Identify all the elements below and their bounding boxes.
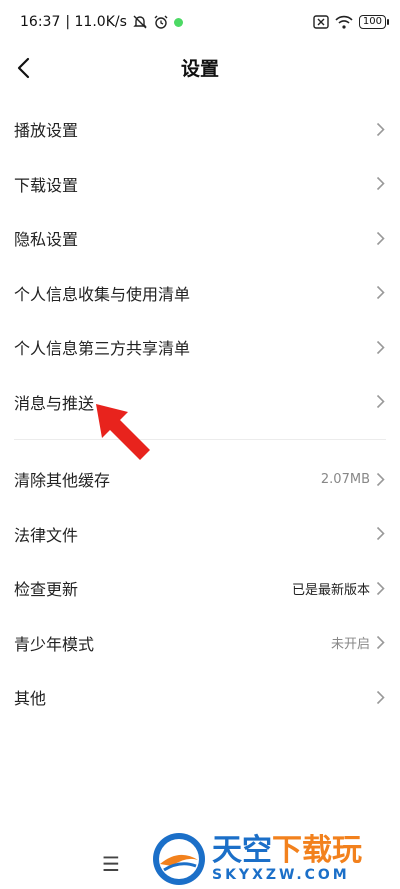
- settings-item-label: 青少年模式: [14, 634, 95, 654]
- settings-item-personal-info-collection[interactable]: 个人信息收集与使用清单: [0, 266, 400, 321]
- settings-item-right: 已是最新版本: [292, 579, 386, 598]
- settings-list: 播放设置 下载设置 隐私设置 个人信息收集与使用清单 个人信息第三方共享清单 消…: [0, 102, 400, 725]
- settings-item-legal[interactable]: 法律文件: [0, 507, 400, 562]
- settings-item-label: 清除其他缓存: [14, 471, 111, 491]
- status-net-speed: | 11.0K/s: [65, 14, 127, 30]
- section-divider: [14, 439, 386, 440]
- settings-item-label: 消息与推送: [14, 393, 95, 413]
- bottom-menu-button[interactable]: ☰: [102, 852, 120, 876]
- chevron-right-icon: [374, 471, 386, 487]
- chevron-right-icon: [374, 176, 386, 192]
- chevron-right-icon: [374, 230, 386, 246]
- settings-item-label: 下载设置: [14, 175, 79, 195]
- watermark-subtitle: SKYXZW.COM: [212, 866, 350, 883]
- chevron-right-icon: [374, 285, 386, 301]
- battery-icon: 100: [358, 15, 390, 29]
- chevron-right-icon: [374, 394, 386, 410]
- mute-bell-icon: [133, 15, 147, 29]
- site-logo-icon: [153, 832, 205, 885]
- settings-item-teen-mode[interactable]: 青少年模式 未开启: [0, 616, 400, 671]
- status-right: 100: [313, 15, 390, 29]
- status-left: 16:37 | 11.0K/s: [20, 14, 183, 30]
- chevron-right-icon: [374, 689, 386, 705]
- page-title: 设置: [180, 58, 219, 80]
- settings-item-other[interactable]: 其他: [0, 670, 400, 725]
- watermark-title-orange: 下载玩: [272, 832, 362, 868]
- chevron-right-icon: [374, 121, 386, 137]
- sim-x-icon: [313, 15, 329, 29]
- chevron-right-icon: [374, 580, 386, 596]
- watermark-text: 天空 下载玩 SKYXZW.COM: [212, 832, 362, 883]
- settings-item-label: 隐私设置: [14, 230, 79, 250]
- settings-item-label: 播放设置: [14, 121, 79, 141]
- settings-item-privacy[interactable]: 隐私设置: [0, 211, 400, 266]
- teen-mode-status-value: 未开启: [330, 637, 370, 653]
- watermark-title: 天空 下载玩: [212, 832, 362, 868]
- settings-item-check-update[interactable]: 检查更新 已是最新版本: [0, 561, 400, 616]
- settings-item-label: 检查更新: [14, 580, 79, 600]
- settings-item-label: 法律文件: [14, 525, 79, 545]
- cache-size-value: 2.07MB: [320, 471, 370, 487]
- header-bar: 设置: [0, 44, 400, 92]
- alarm-clock-icon: [154, 15, 168, 29]
- settings-item-third-party-sharing[interactable]: 个人信息第三方共享清单: [0, 320, 400, 375]
- watermark-title-blue: 天空: [212, 832, 272, 868]
- settings-item-label: 其他: [14, 689, 47, 709]
- settings-item-label: 个人信息第三方共享清单: [14, 339, 191, 359]
- settings-item-notifications[interactable]: 消息与推送: [0, 375, 400, 430]
- status-time: 16:37: [20, 14, 61, 30]
- wifi-icon: [335, 15, 353, 29]
- settings-item-right: 2.07MB: [321, 471, 386, 487]
- chevron-right-icon: [374, 635, 386, 651]
- settings-item-right: 未开启: [331, 633, 386, 652]
- chevron-right-icon: [374, 339, 386, 355]
- update-status-value: 已是最新版本: [291, 582, 370, 598]
- watermark-logo: 天空 下载玩 SKYXZW.COM: [150, 828, 400, 889]
- settings-item-download[interactable]: 下载设置: [0, 157, 400, 212]
- annotation-arrow-icon: [96, 404, 150, 460]
- chevron-right-icon: [374, 526, 386, 542]
- app-notification-dot-icon: [173, 17, 183, 27]
- status-bar: 16:37 | 11.0K/s 100: [0, 0, 400, 44]
- settings-item-clear-cache[interactable]: 清除其他缓存 2.07MB: [0, 452, 400, 507]
- settings-item-playback[interactable]: 播放设置: [0, 102, 400, 157]
- settings-item-label: 个人信息收集与使用清单: [14, 284, 191, 304]
